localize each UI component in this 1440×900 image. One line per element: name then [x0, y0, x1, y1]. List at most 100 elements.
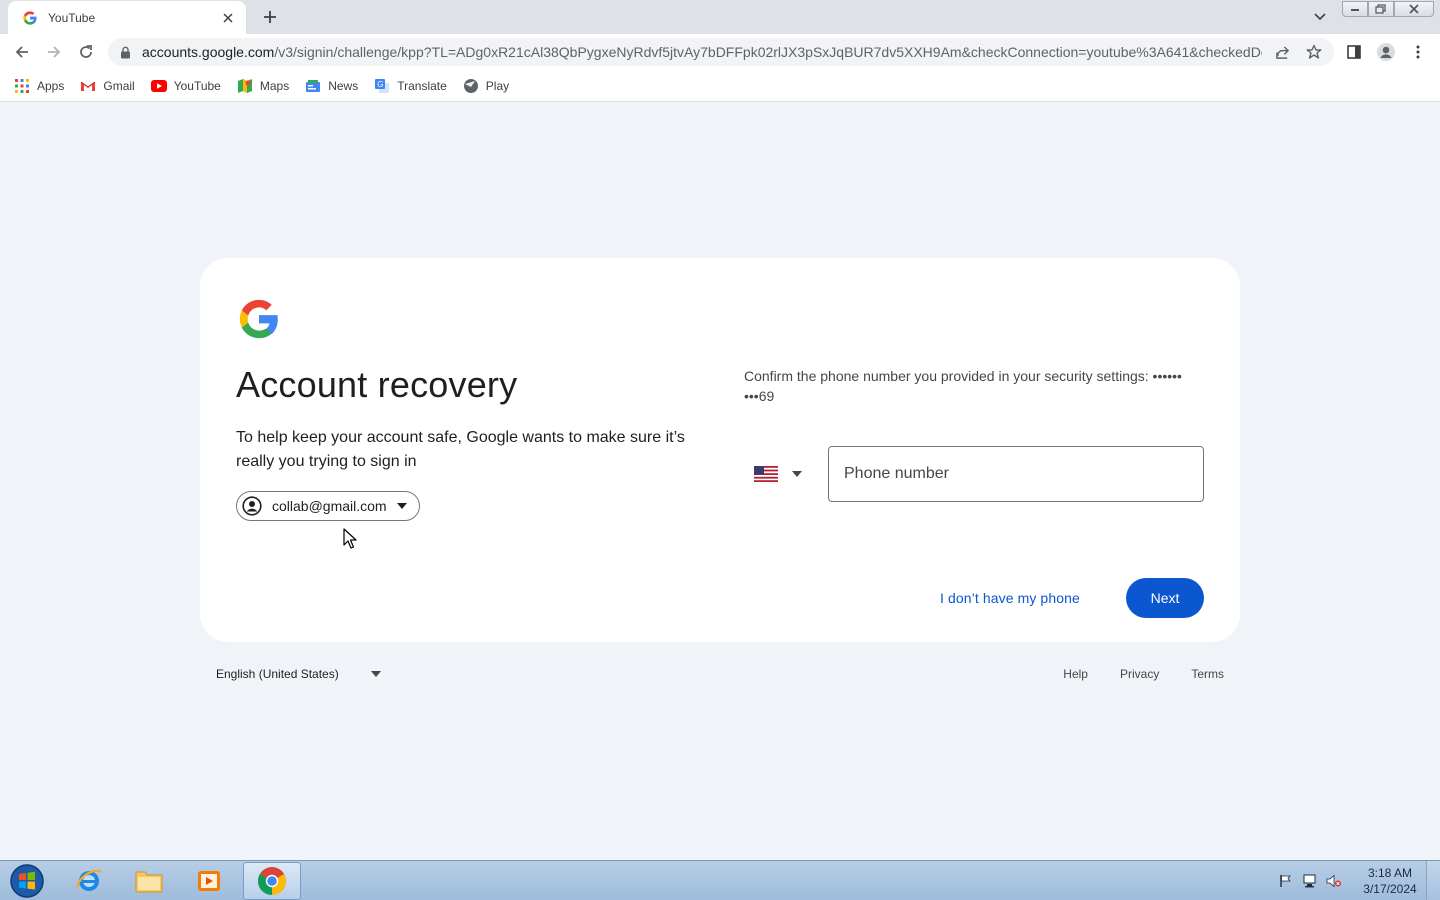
tab-search-button[interactable]	[1310, 8, 1330, 26]
taskbar-chrome[interactable]	[243, 862, 301, 900]
us-flag-icon	[754, 466, 778, 482]
url-host: accounts.google.com	[142, 44, 275, 60]
bookmark-label: Gmail	[103, 78, 135, 93]
back-button[interactable]	[10, 40, 34, 64]
bookmark-youtube[interactable]: YouTube	[149, 74, 229, 98]
bookmark-label: Play	[485, 78, 510, 93]
profile-button[interactable]	[1374, 40, 1398, 64]
bookmark-label: Apps	[37, 78, 65, 93]
url-path: /v3/signin/challenge/kpp?TL=ADg0xR21cAl3…	[274, 44, 1262, 60]
bookmark-label: YouTube	[173, 78, 221, 93]
bookmark-apps[interactable]: Apps	[12, 74, 72, 98]
youtube-icon	[150, 78, 167, 94]
internet-explorer-icon	[75, 869, 102, 891]
system-tray	[1276, 861, 1348, 900]
confirm-phone-instruction: Confirm the phone number you provided in…	[744, 368, 1182, 404]
show-desktop-button[interactable]	[1426, 861, 1440, 900]
tab-close-icon[interactable]	[220, 10, 236, 26]
account-chip[interactable]: collab@gmail.com	[236, 491, 420, 521]
bookmark-gmail[interactable]: Gmail	[78, 74, 142, 98]
address-bar[interactable]: accounts.google.com/v3/signin/challenge/…	[108, 38, 1334, 66]
browser-menu-button[interactable]	[1406, 40, 1430, 64]
chrome-icon	[258, 867, 286, 895]
tab-strip: YouTube	[0, 0, 1440, 34]
clock-time: 3:18 AM	[1367, 866, 1413, 880]
bookmark-maps[interactable]: Maps	[235, 74, 297, 98]
taskbar-clock[interactable]: 3:18 AM 3/17/2024	[1356, 865, 1424, 897]
caret-down-icon	[395, 499, 409, 513]
privacy-link[interactable]: Privacy	[1120, 667, 1159, 681]
phone-number-field[interactable]	[828, 446, 1204, 502]
reload-icon	[80, 45, 92, 58]
folder-icon	[135, 871, 163, 893]
translate-icon: G	[374, 78, 390, 94]
url-text: accounts.google.com/v3/signin/challenge/…	[142, 44, 1262, 60]
bookmark-translate[interactable]: G Translate	[372, 74, 455, 98]
share-icon[interactable]	[1270, 40, 1294, 64]
caret-down-icon	[369, 667, 383, 681]
bookmark-label: Maps	[259, 78, 290, 93]
kebab-menu-icon	[1416, 45, 1420, 59]
volume-muted-icon[interactable]	[1324, 871, 1344, 891]
news-icon	[305, 78, 321, 94]
bookmark-label: News	[328, 78, 359, 93]
gmail-icon	[80, 78, 96, 94]
arrow-left-icon	[15, 46, 28, 58]
windows-taskbar: 3:18 AM 3/17/2024	[0, 860, 1440, 900]
media-player-icon	[198, 871, 220, 891]
taskbar-file-explorer[interactable]	[120, 862, 178, 900]
taskbar-media-player[interactable]	[180, 862, 238, 900]
bookmark-star-icon[interactable]	[1302, 40, 1326, 64]
restore-icon	[1375, 4, 1386, 14]
window-restore-button[interactable]	[1368, 1, 1394, 17]
network-icon[interactable]	[1300, 871, 1320, 891]
reload-button[interactable]	[74, 40, 98, 64]
svg-text:G: G	[378, 80, 384, 89]
bookmark-play[interactable]: Play	[461, 74, 517, 98]
arrow-right-icon	[48, 46, 61, 58]
bookmarks-bar: Apps Gmail YouTube Maps News G Translate	[0, 70, 1440, 102]
chevron-down-icon	[1314, 13, 1326, 21]
caret-down-icon	[792, 471, 802, 477]
account-recovery-card: Account recovery To help keep your accou…	[200, 258, 1240, 642]
new-tab-button[interactable]	[258, 6, 282, 28]
minimize-icon	[1351, 9, 1359, 11]
close-icon	[1409, 4, 1419, 14]
browser-tab-youtube[interactable]: YouTube	[8, 1, 246, 34]
side-panel-icon	[1347, 45, 1361, 59]
footer-links: Help Privacy Terms	[1031, 663, 1224, 685]
bookmark-news[interactable]: News	[303, 74, 366, 98]
page-title: Account recovery	[236, 364, 518, 405]
bookmark-label: Translate	[397, 78, 447, 93]
play-icon	[463, 78, 479, 94]
window-minimize-button[interactable]	[1342, 1, 1368, 17]
browser-toolbar: accounts.google.com/v3/signin/challenge/…	[0, 34, 1440, 70]
side-panel-button[interactable]	[1342, 40, 1366, 64]
language-label: English (United States)	[216, 667, 339, 681]
page-subtitle: To help keep your account safe, Google w…	[236, 429, 685, 470]
profile-avatar-icon	[1377, 43, 1395, 61]
clock-date: 3/17/2024	[1363, 882, 1417, 896]
google-favicon-icon	[23, 10, 37, 25]
maps-icon	[237, 78, 253, 94]
windows-start-orb-icon	[10, 864, 44, 898]
next-button[interactable]: Next	[1126, 578, 1204, 618]
account-circle-icon	[242, 496, 262, 516]
account-email: collab@gmail.com	[272, 498, 387, 514]
action-center-flag-icon[interactable]	[1276, 871, 1296, 891]
help-link[interactable]: Help	[1063, 667, 1088, 681]
forward-button[interactable]	[42, 40, 66, 64]
phone-number-input[interactable]	[844, 465, 1188, 483]
apps-grid-icon	[14, 78, 30, 94]
mouse-pointer-icon	[343, 528, 357, 549]
country-code-select[interactable]	[754, 458, 802, 490]
tab-title: YouTube	[48, 10, 96, 25]
window-close-button[interactable]	[1394, 1, 1434, 17]
terms-link[interactable]: Terms	[1191, 667, 1224, 681]
start-button[interactable]	[6, 862, 48, 900]
no-phone-link[interactable]: I don’t have my phone	[930, 578, 1090, 618]
taskbar-internet-explorer[interactable]	[60, 862, 118, 900]
language-select[interactable]: English (United States)	[216, 663, 383, 685]
plus-icon	[264, 11, 276, 23]
lock-icon	[120, 45, 134, 59]
